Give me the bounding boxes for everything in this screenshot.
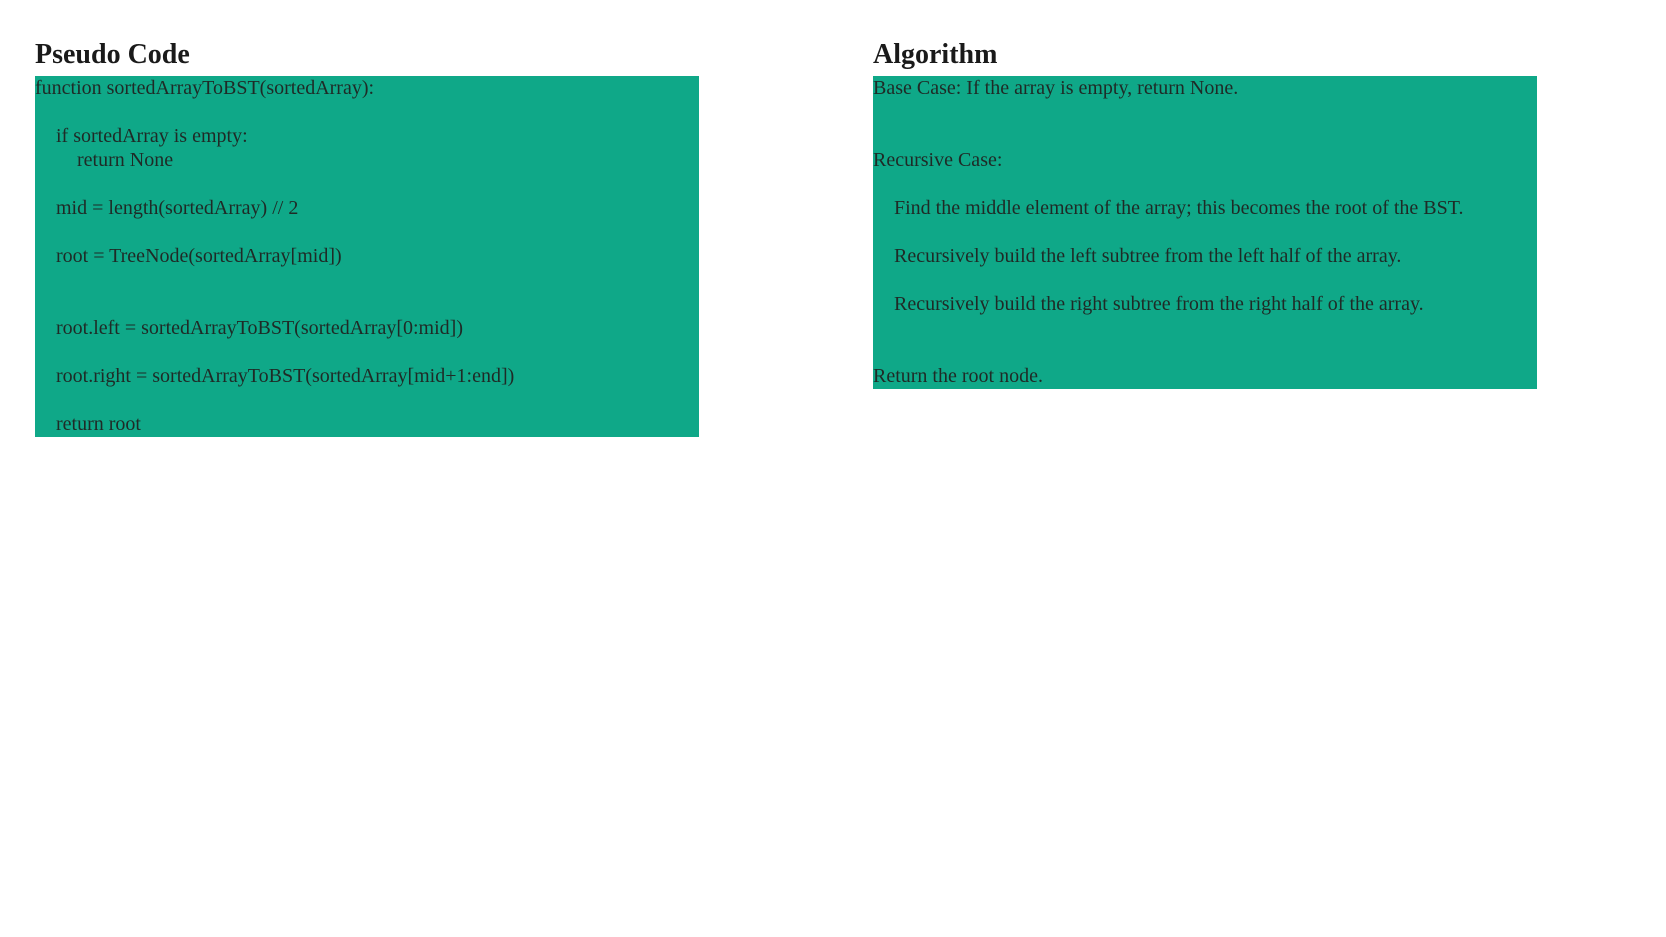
algorithm-panel: Base Case: If the array is empty, return…: [873, 76, 1537, 389]
pseudo-code-section: Pseudo Code function sortedArrayToBST(so…: [35, 38, 699, 437]
code-line-mid: mid = length(sortedArray) // 2: [56, 197, 299, 219]
algorithm-step-find-middle: Find the middle element of the array; th…: [894, 197, 1464, 219]
code-line-return-none: return None: [77, 149, 174, 171]
algorithm-section: Algorithm Base Case: If the array is emp…: [873, 38, 1537, 389]
code-line-root-right: root.right = sortedArrayToBST(sortedArra…: [56, 365, 515, 387]
code-line-if-empty: if sortedArray is empty:: [56, 125, 248, 147]
code-line-root: root = TreeNode(sortedArray[mid]): [56, 245, 342, 267]
algorithm-base-case: Base Case: If the array is empty, return…: [873, 77, 1239, 99]
algorithm-step-right-subtree: Recursively build the right subtree from…: [894, 293, 1424, 315]
algorithm-return-root: Return the root node.: [873, 365, 1043, 387]
algorithm-heading: Algorithm: [873, 39, 998, 70]
code-line-function: function sortedArrayToBST(sortedArray):: [35, 77, 375, 99]
code-line-root-left: root.left = sortedArrayToBST(sortedArray…: [56, 317, 463, 339]
pseudo-code-panel: function sortedArrayToBST(sortedArray): …: [35, 76, 699, 437]
algorithm-step-left-subtree: Recursively build the left subtree from …: [894, 245, 1402, 267]
code-line-return-root: return root: [56, 413, 141, 435]
pseudo-code-heading: Pseudo Code: [35, 39, 190, 70]
algorithm-recursive-case: Recursive Case:: [873, 149, 1003, 171]
